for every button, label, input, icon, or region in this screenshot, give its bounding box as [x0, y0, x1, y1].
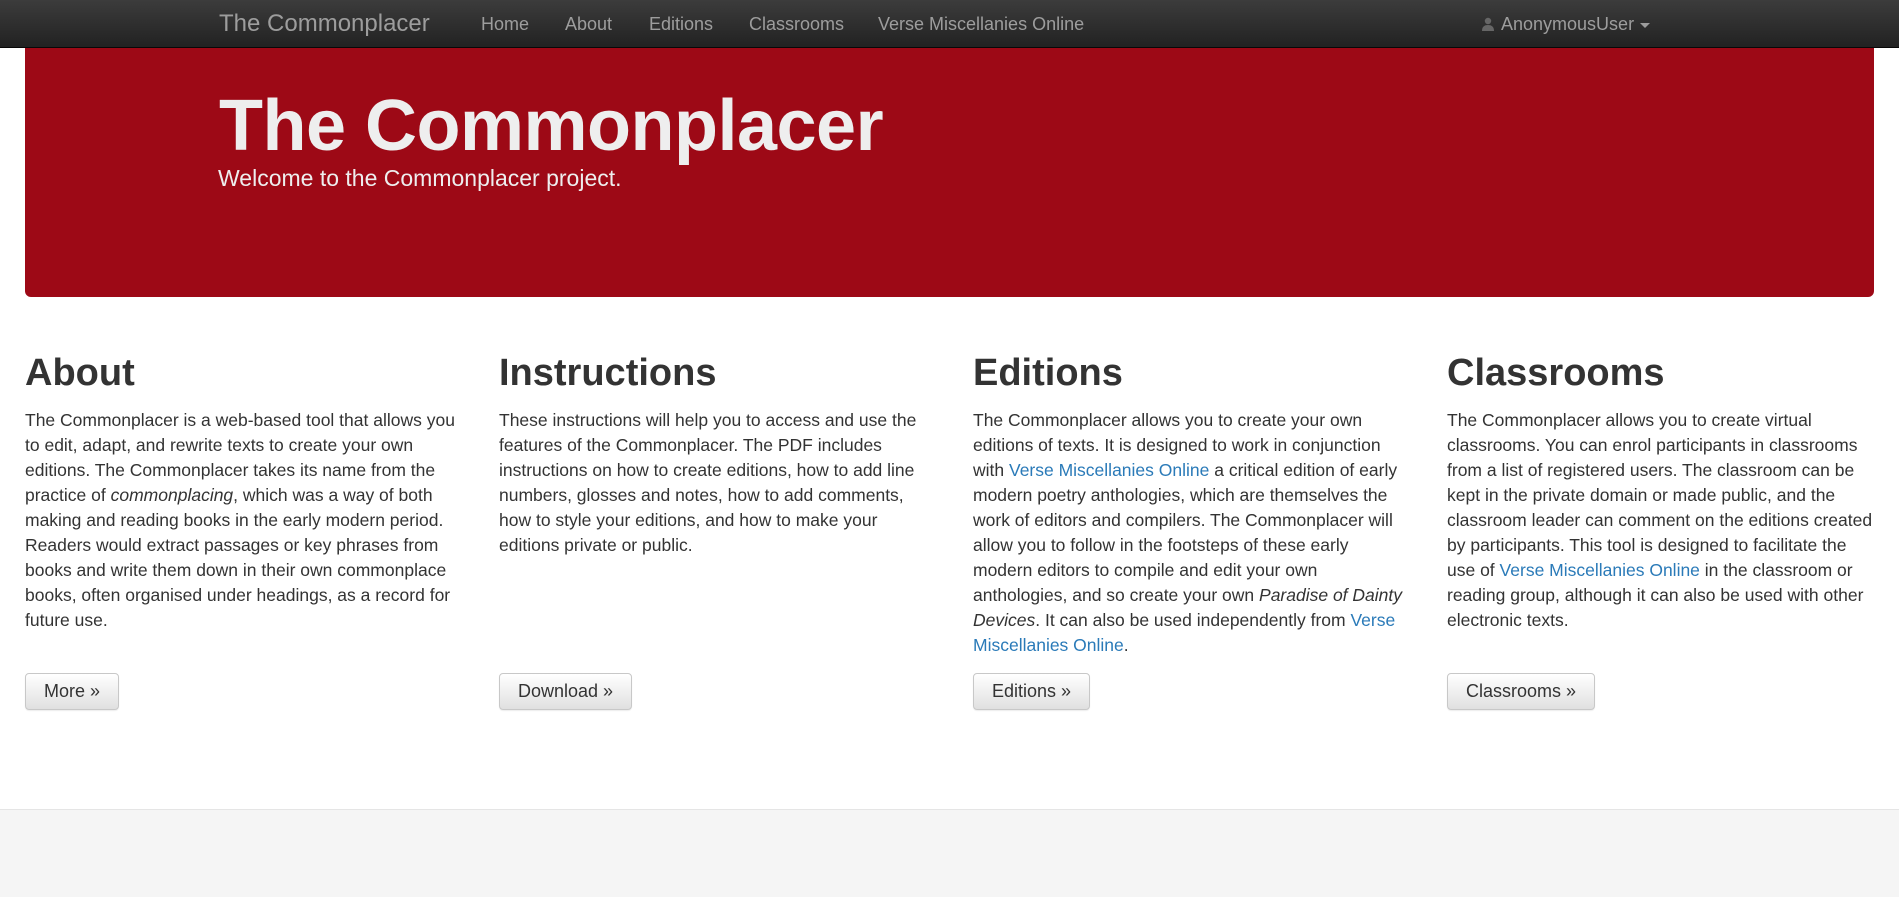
classrooms-button[interactable]: Classrooms »: [1447, 673, 1596, 710]
nav-link-editions[interactable]: Editions: [649, 13, 713, 35]
user-menu-toggle[interactable]: AnonymousUser: [1480, 13, 1651, 35]
about-text-part-2: , which was a way of both making and rea…: [25, 485, 451, 630]
about-section: About The Commonplacer is a web-based to…: [25, 350, 455, 633]
about-heading: About: [25, 352, 135, 394]
jumbotron-title: The Commonplacer: [219, 86, 884, 166]
footer: [0, 810, 1899, 897]
caret-down-icon: [1640, 22, 1651, 28]
top-navbar: The Commonplacer Home About Editions Cla…: [0, 0, 1899, 48]
editions-button[interactable]: Editions »: [973, 673, 1091, 710]
about-emphasis: commonplacing: [110, 485, 234, 505]
nav-link-verse-miscellanies-online[interactable]: Verse Miscellanies Online: [878, 13, 1084, 35]
about-text: The Commonplacer is a web-based tool tha…: [25, 408, 455, 633]
classrooms-heading: Classrooms: [1447, 352, 1665, 394]
editions-section: Editions The Commonplacer allows you to …: [973, 350, 1403, 658]
classrooms-section: Classrooms The Commonplacer allows you t…: [1447, 350, 1877, 633]
instructions-text: These instructions will help you to acce…: [499, 410, 917, 555]
verse-miscellanies-link[interactable]: Verse Miscellanies Online: [1009, 460, 1209, 480]
nav-link-classrooms[interactable]: Classrooms: [749, 13, 844, 35]
editions-text: The Commonplacer allows you to create yo…: [973, 408, 1403, 658]
instructions-section: Instructions These instructions will hel…: [499, 350, 929, 558]
classrooms-text: The Commonplacer allows you to create vi…: [1447, 408, 1877, 633]
editions-text-part-3: . It can also be used independently from: [1035, 610, 1351, 630]
jumbotron: The Commonplacer Welcome to the Commonpl…: [25, 48, 1874, 297]
download-button[interactable]: Download »: [499, 673, 633, 710]
nav-link-about[interactable]: About: [565, 13, 612, 35]
user-icon: [1482, 17, 1494, 31]
editions-text-part-4: .: [1123, 635, 1129, 655]
jumbotron-subtitle: Welcome to the Commonplacer project.: [218, 165, 622, 191]
more-button[interactable]: More »: [25, 673, 120, 710]
classrooms-text-part-1: The Commonplacer allows you to create vi…: [1447, 410, 1873, 580]
user-name: AnonymousUser: [1501, 13, 1635, 34]
verse-miscellanies-link[interactable]: Verse Miscellanies Online: [1500, 560, 1700, 580]
editions-heading: Editions: [973, 352, 1123, 394]
instructions-heading: Instructions: [499, 352, 717, 394]
nav-link-home[interactable]: Home: [481, 13, 529, 35]
editions-text-part-2: a critical edition of early modern poetr…: [973, 460, 1398, 605]
navbar-brand[interactable]: The Commonplacer: [219, 10, 430, 38]
